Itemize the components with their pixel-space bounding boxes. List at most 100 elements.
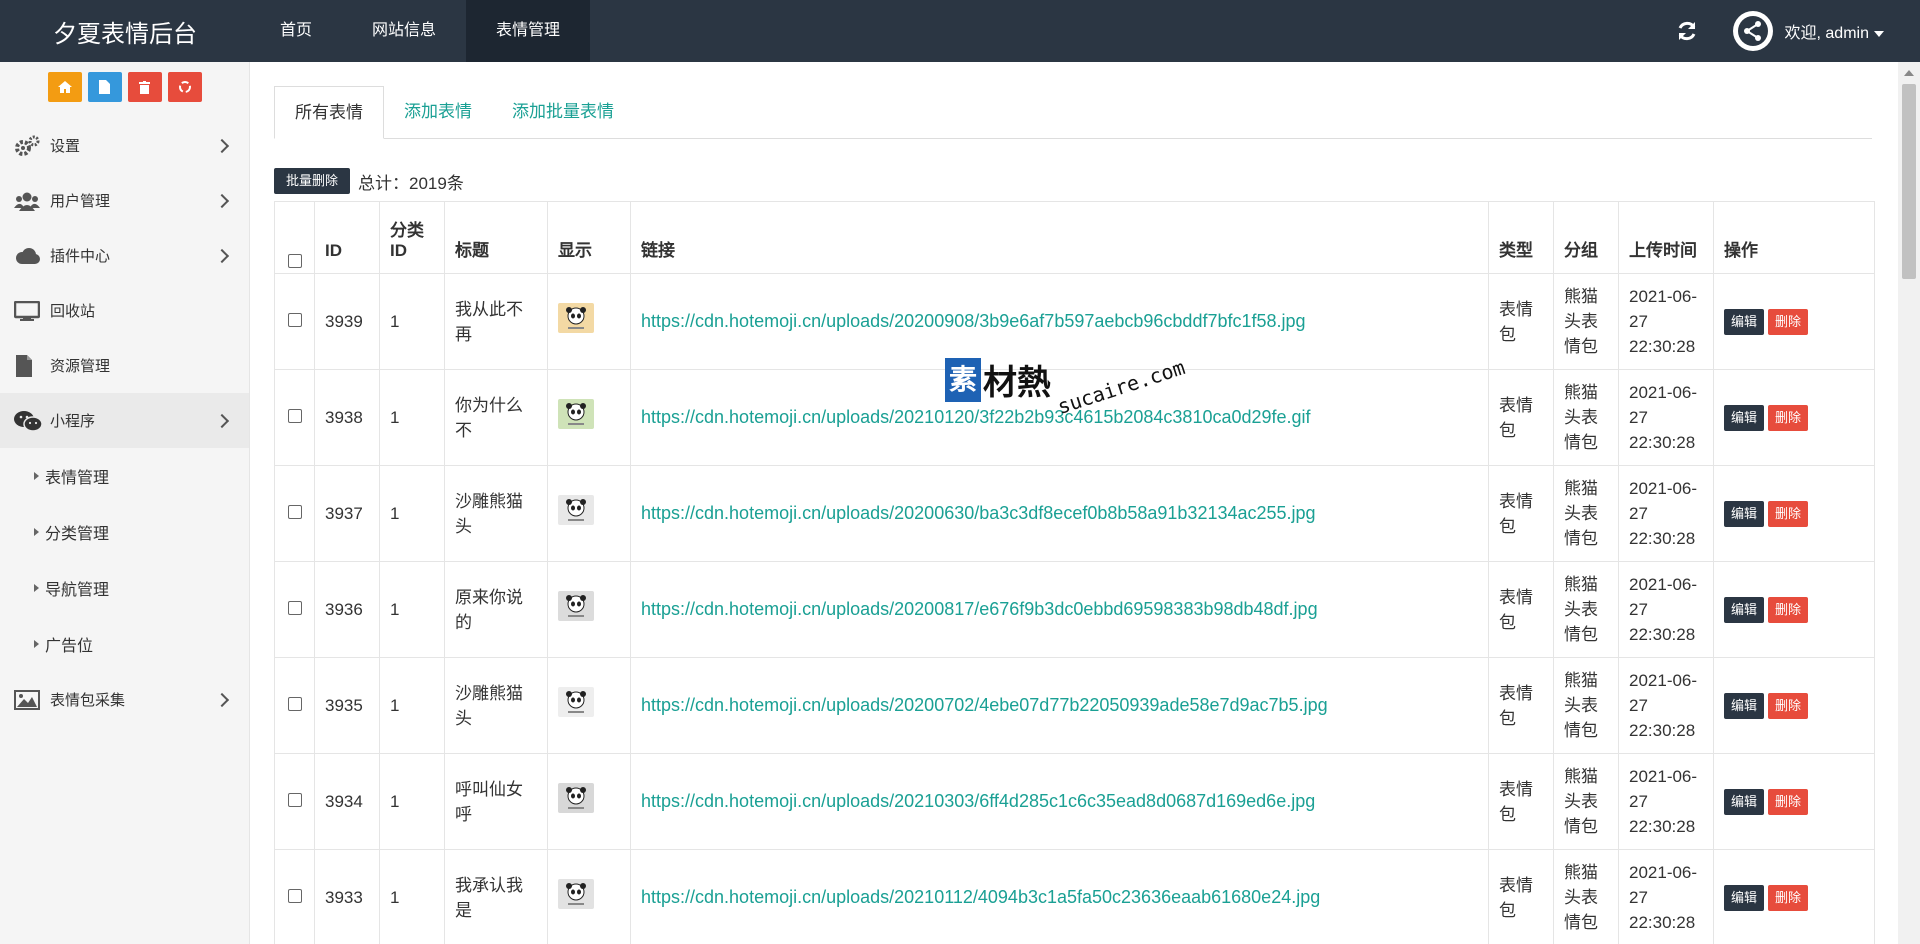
edit-button[interactable]: 编辑	[1724, 597, 1765, 623]
sidebar-item-plugins[interactable]: 插件中心	[0, 228, 249, 283]
caret-right-icon	[34, 472, 39, 480]
emoji-thumbnail[interactable]	[558, 687, 594, 717]
trash-button[interactable]	[127, 72, 162, 102]
row-checkbox[interactable]	[287, 601, 302, 615]
row-checkbox[interactable]	[287, 409, 302, 423]
emoji-thumbnail[interactable]	[558, 879, 594, 909]
sidebar-subitem-label: 广告位	[45, 638, 94, 655]
sidebar-item-users[interactable]: 用户管理	[0, 173, 249, 228]
sidebar-subitem-emoji-management[interactable]: 表情管理	[0, 448, 249, 504]
sidebar-item-recycle-bin[interactable]: 回收站	[0, 283, 249, 338]
cell-type: 表情包	[1488, 369, 1554, 466]
cell-group: 熊猫头表情包	[1553, 369, 1619, 466]
edit-button[interactable]: 编辑	[1724, 501, 1765, 527]
edit-button[interactable]: 编辑	[1724, 885, 1765, 911]
home-button[interactable]	[47, 72, 82, 102]
cell-actions: 编辑 删除	[1713, 753, 1875, 850]
row-checkbox[interactable]	[287, 697, 302, 711]
tab-add-emoji[interactable]: 添加表情	[384, 86, 492, 138]
cell-category-id: 1	[379, 561, 445, 658]
row-checkbox[interactable]	[287, 313, 302, 327]
image-link[interactable]: https://cdn.hotemoji.cn/uploads/20210112…	[641, 887, 1320, 907]
header-actions: 操作	[1713, 201, 1875, 274]
cell-title: 呼叫仙女呼	[444, 753, 548, 850]
row-select-cell	[274, 849, 315, 944]
document-button[interactable]	[87, 72, 122, 102]
nav-emoji-management[interactable]: 表情管理	[466, 0, 591, 62]
brand-title[interactable]: 夕夏表情后台	[0, 14, 250, 49]
delete-button[interactable]: 删除	[1768, 885, 1809, 911]
row-select-cell	[274, 465, 315, 562]
sidebar-subitem-label: 导航管理	[45, 582, 110, 599]
welcome-user-menu[interactable]: 欢迎, admin	[1785, 19, 1884, 43]
chevron-right-icon	[214, 138, 230, 153]
caret-down-icon	[1874, 30, 1884, 37]
sidebar-subitem-ad-slots[interactable]: 广告位	[0, 616, 249, 672]
cell-id: 3939	[314, 273, 380, 370]
edit-button[interactable]: 编辑	[1724, 789, 1765, 815]
row-checkbox[interactable]	[287, 505, 302, 519]
cell-display	[547, 273, 631, 370]
delete-button[interactable]: 删除	[1768, 501, 1809, 527]
header-category-id[interactable]: 分类ID	[379, 201, 445, 274]
header-upload-time[interactable]: 上传时间	[1618, 201, 1714, 274]
sidebar-subitem-navigation-management[interactable]: 导航管理	[0, 560, 249, 616]
row-checkbox[interactable]	[287, 793, 302, 807]
emoji-thumbnail[interactable]	[558, 303, 594, 333]
cell-group: 熊猫头表情包	[1553, 465, 1619, 562]
sidebar-subitem-category-management[interactable]: 分类管理	[0, 504, 249, 560]
scroll-up-arrow-icon[interactable]	[1904, 70, 1914, 76]
header-title[interactable]: 标题	[444, 201, 548, 274]
scrollbar[interactable]	[1898, 62, 1920, 944]
header-link: 链接	[630, 201, 1489, 274]
emoji-thumbnail[interactable]	[558, 399, 594, 429]
edit-button[interactable]: 编辑	[1724, 405, 1765, 431]
tab-add-batch-emojis[interactable]: 添加批量表情	[492, 86, 634, 138]
delete-button[interactable]: 删除	[1768, 693, 1809, 719]
cell-link: https://cdn.hotemoji.cn/uploads/20200908…	[630, 273, 1489, 370]
sidebar-item-mini-program[interactable]: 小程序	[0, 393, 249, 448]
cell-display	[547, 753, 631, 850]
delete-button[interactable]: 删除	[1768, 789, 1809, 815]
image-link[interactable]: https://cdn.hotemoji.cn/uploads/20210120…	[641, 407, 1311, 427]
edit-button[interactable]: 编辑	[1724, 693, 1765, 719]
welcome-text: 欢迎, admin	[1784, 25, 1869, 42]
sidebar-item-label: 表情包采集	[50, 692, 126, 709]
nav-home[interactable]: 首页	[250, 0, 342, 62]
sidebar-item-label: 用户管理	[50, 193, 111, 210]
cell-title: 你为什么不	[444, 369, 548, 466]
image-link[interactable]: https://cdn.hotemoji.cn/uploads/20210303…	[641, 791, 1315, 811]
panda-emoji-icon	[566, 787, 586, 809]
scroll-thumb[interactable]	[1902, 84, 1916, 279]
delete-button[interactable]: 删除	[1768, 597, 1809, 623]
select-all-cell	[274, 201, 315, 274]
bulk-delete-button[interactable]: 批量删除	[274, 168, 351, 194]
nav-site-info[interactable]: 网站信息	[342, 0, 466, 62]
header-id[interactable]: ID	[314, 201, 380, 274]
avatar[interactable]	[1732, 11, 1773, 51]
chevron-right-icon	[214, 692, 230, 707]
top-bar: 夕夏表情后台 首页 网站信息 表情管理 欢迎, admin	[0, 0, 1920, 62]
chevron-right-icon	[214, 413, 230, 428]
emoji-thumbnail[interactable]	[558, 591, 594, 621]
tab-all-emojis[interactable]: 所有表情	[274, 86, 384, 139]
row-select-cell	[274, 369, 315, 466]
refresh-icon[interactable]	[1675, 19, 1699, 43]
cell-title: 我承认我是	[444, 849, 548, 944]
delete-button[interactable]: 删除	[1768, 309, 1809, 335]
edit-button[interactable]: 编辑	[1724, 309, 1765, 335]
image-link[interactable]: https://cdn.hotemoji.cn/uploads/20200702…	[641, 695, 1328, 715]
top-nav: 首页 网站信息 表情管理	[250, 0, 591, 62]
sidebar-item-settings[interactable]: 设置	[0, 118, 249, 173]
image-link[interactable]: https://cdn.hotemoji.cn/uploads/20200630…	[641, 503, 1316, 523]
emoji-thumbnail[interactable]	[558, 783, 594, 813]
sidebar-item-resources[interactable]: 资源管理	[0, 338, 249, 393]
recycle-button[interactable]	[167, 72, 202, 102]
emoji-thumbnail[interactable]	[558, 495, 594, 525]
delete-button[interactable]: 删除	[1768, 405, 1809, 431]
sidebar-item-emoji-collect[interactable]: 表情包采集	[0, 672, 249, 727]
image-link[interactable]: https://cdn.hotemoji.cn/uploads/20200908…	[641, 311, 1306, 331]
row-checkbox[interactable]	[287, 889, 302, 903]
image-link[interactable]: https://cdn.hotemoji.cn/uploads/20200817…	[641, 599, 1318, 619]
select-all-checkbox[interactable]	[287, 254, 302, 268]
